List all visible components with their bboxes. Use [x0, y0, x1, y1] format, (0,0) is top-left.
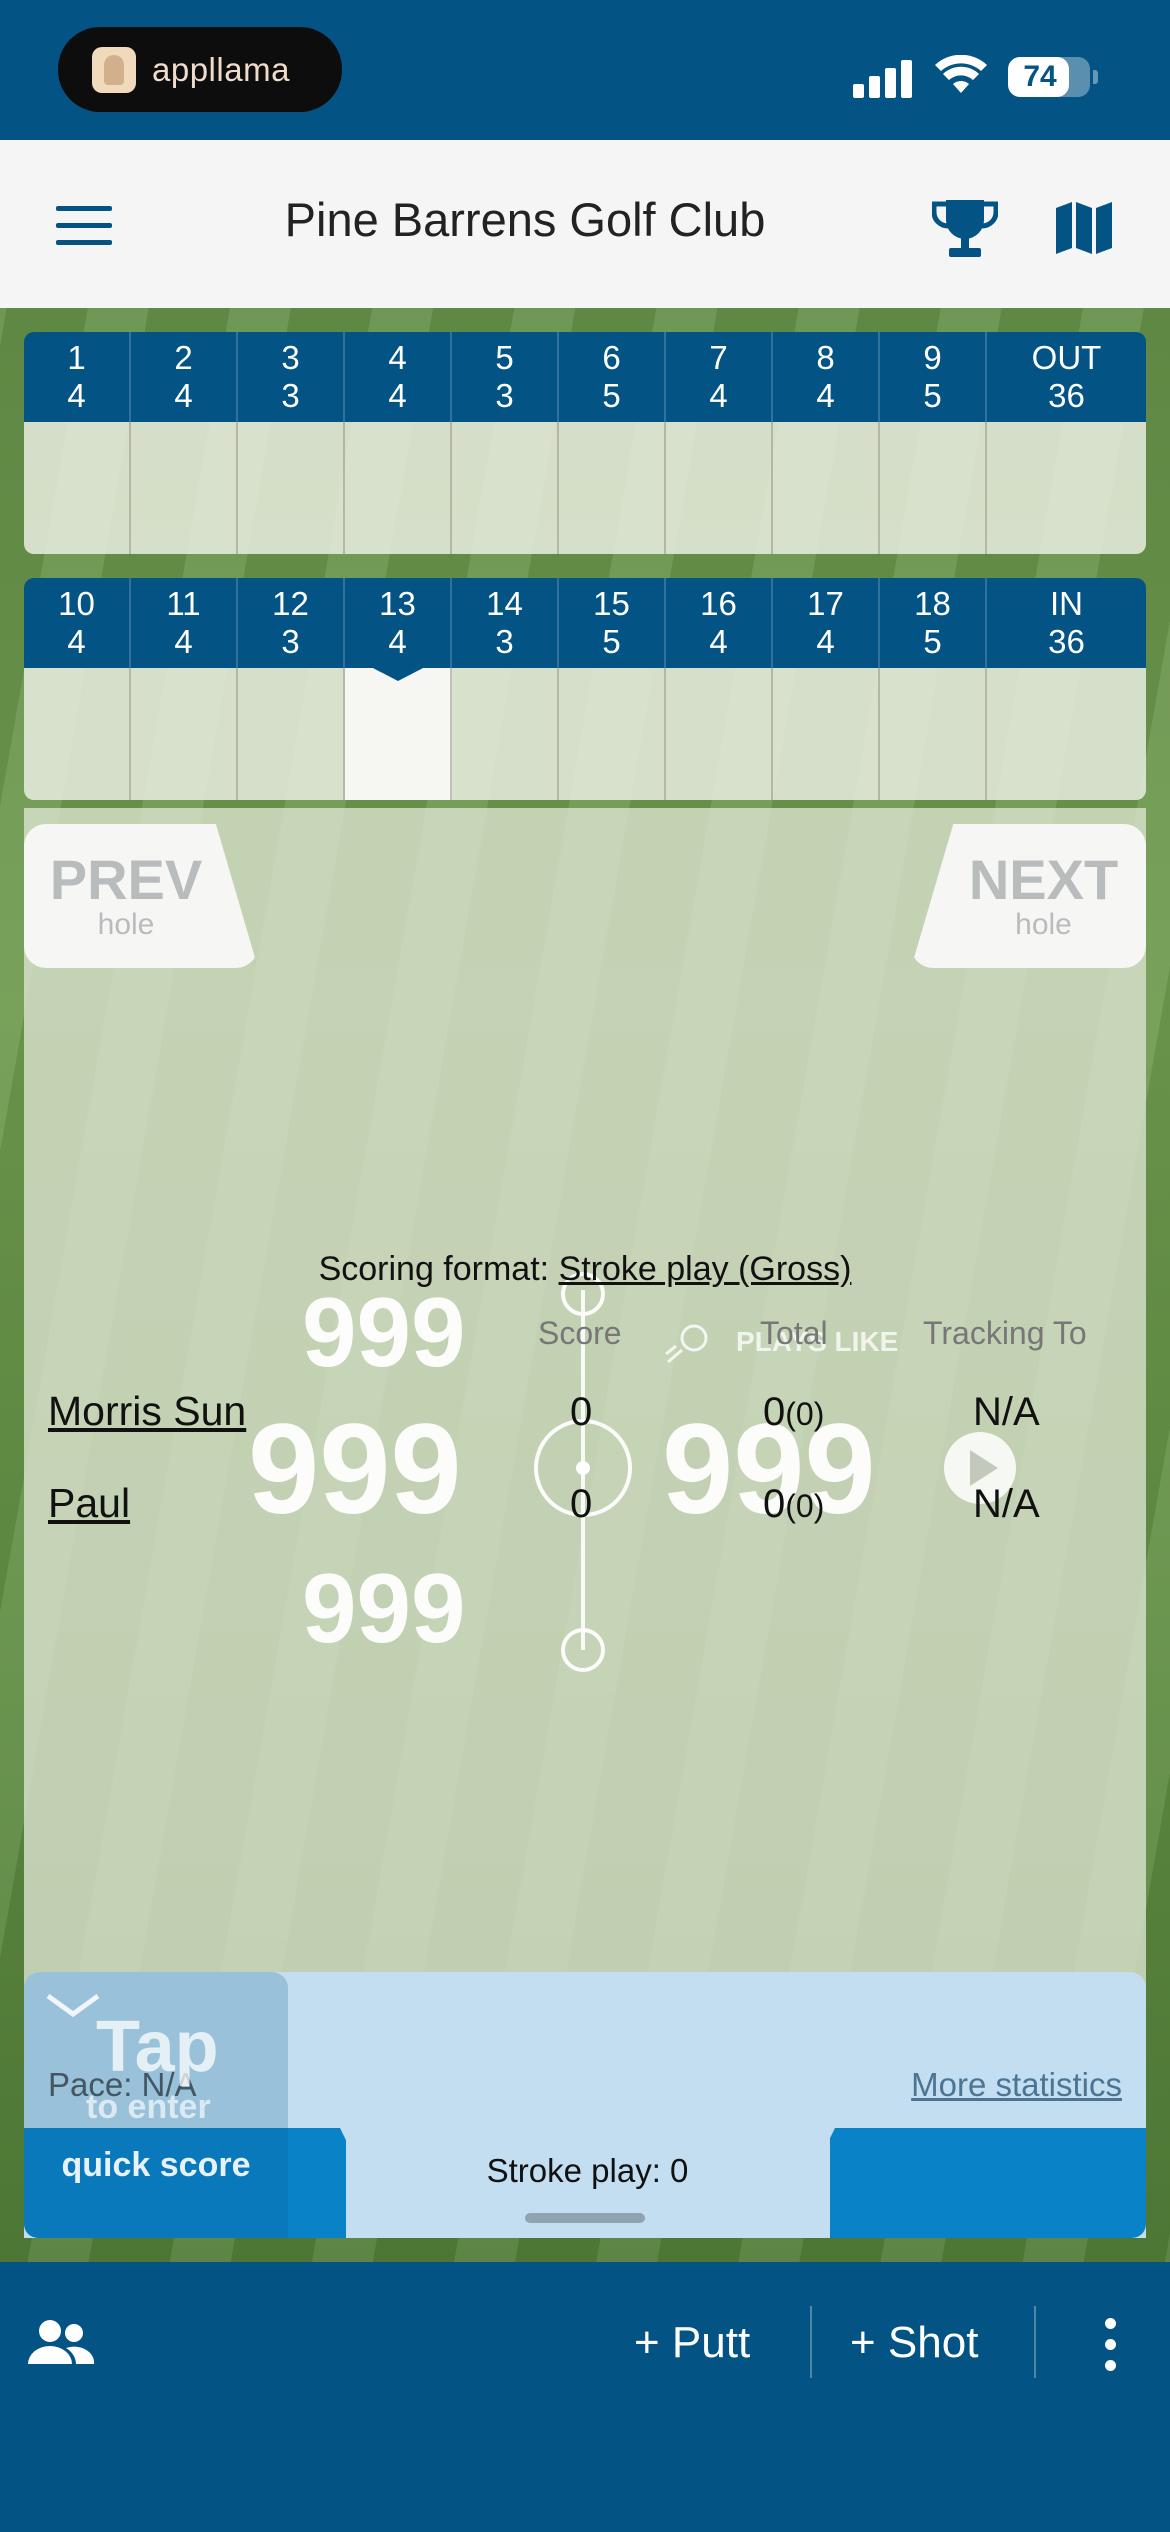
- add-putt-button[interactable]: + Putt: [634, 2318, 750, 2368]
- hole-8[interactable]: 84: [773, 332, 880, 422]
- score-column-header: Score: [538, 1315, 622, 1351]
- hole-2[interactable]: 24: [131, 332, 238, 422]
- more-options-icon[interactable]: [1100, 2318, 1120, 2372]
- trophy-icon[interactable]: [932, 198, 998, 258]
- hole-12[interactable]: 12 3: [238, 578, 345, 668]
- menu-icon[interactable]: [56, 206, 112, 246]
- score-cell[interactable]: [131, 422, 238, 554]
- hole-1[interactable]: 14: [24, 332, 131, 422]
- hole-9[interactable]: 95: [880, 332, 987, 422]
- score-cell[interactable]: [880, 668, 987, 800]
- score-cell[interactable]: [559, 668, 666, 800]
- score-cell[interactable]: [559, 422, 666, 554]
- add-shot-button[interactable]: + Shot: [850, 2318, 978, 2368]
- scoring-format-label: Scoring format:: [318, 1250, 550, 1288]
- quick-score-label: quick score: [61, 2146, 251, 2184]
- front-nine-header: 14 24 33 44 53 65 74 84 95 OUT 36: [24, 332, 1146, 422]
- score-cell[interactable]: [238, 668, 345, 800]
- out-total-score: [987, 422, 1146, 554]
- distance-bottom: 999: [302, 1553, 466, 1663]
- score-cell[interactable]: [452, 422, 559, 554]
- hole-4[interactable]: 44: [345, 332, 452, 422]
- front-nine-scores: [24, 422, 1146, 554]
- chevron-down-icon: [46, 1993, 100, 2018]
- scoring-format-link[interactable]: Stroke play (Gross): [559, 1250, 852, 1288]
- battery-tip: [1093, 70, 1098, 84]
- stroke-play-summary: Stroke play: 0: [486, 2152, 689, 2189]
- scoring-format: Scoring format: Stroke play (Gross): [24, 1250, 1146, 1289]
- score-cell[interactable]: [24, 422, 131, 554]
- score-cell[interactable]: [345, 422, 452, 554]
- toolbar-divider: [810, 2306, 812, 2378]
- score-cell[interactable]: [773, 422, 880, 554]
- score-cell[interactable]: [238, 422, 345, 554]
- page-title: Pine Barrens Golf Club: [284, 193, 766, 246]
- battery-indicator: 74: [1008, 57, 1090, 97]
- map-icon[interactable]: [1054, 200, 1114, 256]
- player-name-link[interactable]: Morris Sun: [48, 1388, 246, 1435]
- next-label: NEXT: [968, 848, 1119, 911]
- next-sublabel: hole: [1015, 908, 1072, 941]
- tracking-column-header: Tracking To: [923, 1315, 1087, 1351]
- hole-11[interactable]: 11 4: [131, 578, 238, 668]
- score-cell[interactable]: [666, 422, 773, 554]
- cellular-signal-icon: [853, 58, 913, 98]
- wifi-icon: [935, 55, 987, 93]
- score-cell[interactable]: [666, 668, 773, 800]
- battery-percent: 74: [1023, 60, 1057, 93]
- total-column-header: Total: [760, 1315, 828, 1351]
- hole-16[interactable]: 16 4: [666, 578, 773, 668]
- distance-middle-left: 999: [248, 1398, 462, 1541]
- quick-score-tap: Tap: [96, 2007, 219, 2087]
- back-nine-scores: [24, 667, 1146, 800]
- golf-ball-icon: [665, 1324, 708, 1364]
- hole-17[interactable]: 17 4: [773, 578, 880, 668]
- app-header: Pine Barrens Golf Club: [0, 140, 1170, 308]
- hole-7[interactable]: 74: [666, 332, 773, 422]
- toolbar-divider: [1034, 2306, 1036, 2378]
- quick-score-to-enter: to enter: [86, 2088, 211, 2126]
- distance-top: 999: [302, 1277, 466, 1387]
- score-cell[interactable]: [773, 668, 880, 800]
- hole-18[interactable]: 18 5: [880, 578, 987, 668]
- hole-15[interactable]: 15 5: [559, 578, 666, 668]
- player-score: 0: [570, 1482, 593, 1526]
- bottom-toolbar: [0, 2262, 1170, 2532]
- slider-bottom-handle[interactable]: [561, 1628, 605, 1672]
- player-total: 0(0): [763, 1390, 825, 1434]
- sheet-accent-right: [830, 2128, 1146, 2238]
- more-statistics-link[interactable]: More statistics: [820, 2066, 1122, 2104]
- hole-10[interactable]: 10 4: [24, 578, 131, 668]
- hole-3[interactable]: 33: [238, 332, 345, 422]
- sheet-drag-handle[interactable]: [525, 2213, 645, 2223]
- app-name: appllama: [152, 50, 290, 88]
- people-icon[interactable]: [26, 2318, 96, 2368]
- score-cell[interactable]: [880, 422, 987, 554]
- score-cell[interactable]: [24, 668, 131, 800]
- hole-6[interactable]: 65: [559, 332, 666, 422]
- in-total-score: [987, 668, 1146, 800]
- player-name-link[interactable]: Paul: [48, 1480, 130, 1527]
- scorecard-front-nine: 14 24 33 44 53 65 74 84 95 OUT 36: [24, 332, 1146, 554]
- hole-13[interactable]: 13 4: [345, 578, 452, 668]
- player-tracking: N/A: [973, 1482, 1040, 1526]
- prev-sublabel: hole: [97, 908, 155, 941]
- hole-5[interactable]: 53: [452, 332, 559, 422]
- player-score: 0: [570, 1390, 593, 1434]
- slider-center-dot: [576, 1461, 590, 1475]
- llama-icon: [92, 46, 136, 93]
- score-cell-current-hole[interactable]: [345, 667, 452, 800]
- hole-14[interactable]: 14 3: [452, 578, 559, 668]
- prev-label: PREV: [49, 848, 203, 911]
- score-cell[interactable]: [452, 668, 559, 800]
- scorecard-back-nine: 10 4 11 4 12 3 13 4 14 3 15 5 16 4 17 4 18 5 IN 36: [24, 578, 1146, 800]
- player-tracking: N/A: [973, 1390, 1040, 1434]
- score-cell[interactable]: [131, 668, 238, 800]
- back-nine-header: 10 4 11 4 12 3 13 4 14 3 15 5 16 4 17 4 18 5 IN 36: [24, 578, 1146, 668]
- out-total: OUT 36: [1031, 339, 1102, 414]
- status-bar: appllama 74: [0, 0, 1170, 140]
- player-total: 0(0): [763, 1482, 825, 1526]
- in-total: IN 36: [1048, 585, 1085, 660]
- app-pill[interactable]: appllama: [58, 27, 342, 112]
